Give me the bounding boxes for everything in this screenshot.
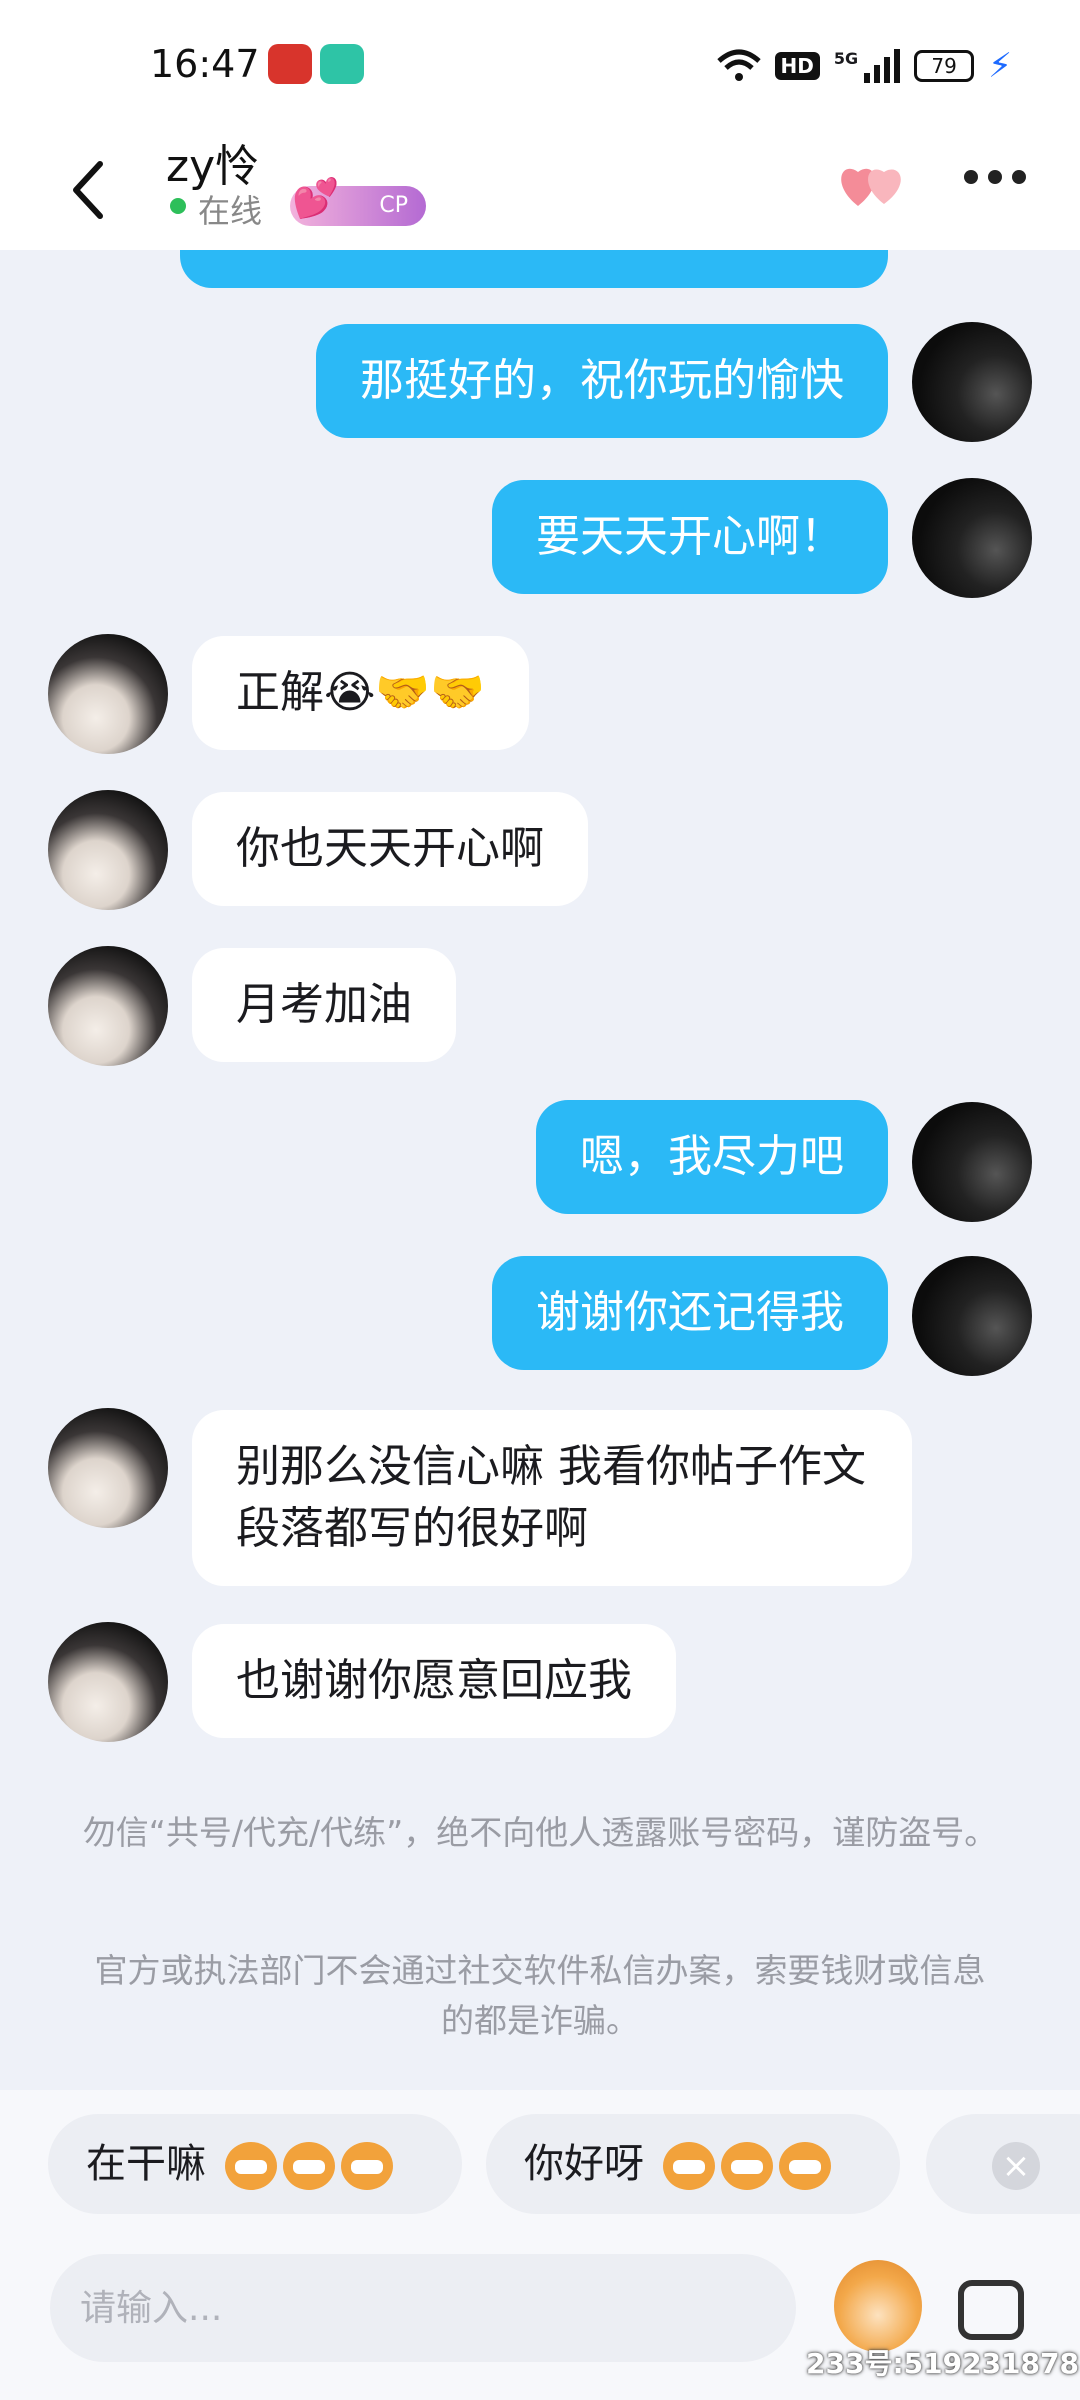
- quick-reply-chip[interactable]: 在干嘛: [48, 2114, 462, 2214]
- contact-avatar[interactable]: [48, 634, 168, 754]
- notification-app-icon-2: [320, 44, 364, 84]
- my-avatar[interactable]: [912, 1256, 1032, 1376]
- watermark: 233号:519231878: [806, 2347, 1079, 2380]
- monkey-emoji-icon: [340, 2142, 393, 2190]
- emoji-monkey-icon[interactable]: [834, 2260, 922, 2352]
- online-status: 在线: [198, 192, 263, 230]
- intimacy-hearts-icon[interactable]: [836, 156, 916, 216]
- monkey-emoji-icon: [720, 2142, 773, 2190]
- message-bubble-received[interactable]: 也谢谢你愿意回应我: [192, 1624, 676, 1738]
- fraud-notice: 官方或执法部门不会通过社交软件私信办案，索要钱财或信息的都是诈骗。: [94, 1951, 986, 2040]
- contact-avatar[interactable]: [48, 790, 168, 910]
- contact-avatar[interactable]: [48, 1622, 168, 1742]
- my-avatar[interactable]: [912, 1102, 1032, 1222]
- wifi-icon: [716, 49, 761, 81]
- message-bubble-sent[interactable]: 嗯，我尽力吧: [536, 1100, 888, 1214]
- security-notice: 勿信“共号/代充/代练”，绝不向他人透露账号密码，谨防盗号。: [82, 1813, 998, 1852]
- message-bubble-received[interactable]: 你也天天开心啊: [192, 792, 588, 906]
- contact-avatar[interactable]: [48, 1408, 168, 1528]
- quick-reply-label: 你好呀: [524, 2141, 644, 2187]
- my-avatar[interactable]: [912, 322, 1032, 442]
- message-bubble-received[interactable]: 正解😭🤝🤝: [192, 636, 529, 750]
- more-options-icon[interactable]: [964, 170, 1026, 184]
- message-input[interactable]: [50, 2254, 796, 2362]
- contact-name[interactable]: zy怜: [166, 130, 259, 194]
- monkey-emoji-icon: [778, 2142, 831, 2190]
- message-bubble-received[interactable]: 月考加油: [192, 948, 456, 1062]
- hd-icon: HD: [774, 52, 820, 80]
- status-icons: HD 5G 79 ⚡: [716, 46, 1012, 86]
- message-bubble-sent[interactable]: 要天天开心啊！: [492, 480, 888, 594]
- close-icon[interactable]: ×: [992, 2142, 1040, 2190]
- message-bubble-received[interactable]: 别那么没信心嘛 我看你帖子作文段落都写的很好啊: [192, 1410, 912, 1586]
- quick-reply-label: 在干嘛: [86, 2141, 206, 2187]
- notification-app-icon: [268, 44, 312, 84]
- quick-reply-bar: 在干嘛 你好呀 ×: [0, 2090, 1080, 2240]
- monkey-emoji-icon: [662, 2142, 715, 2190]
- status-time: 16:47: [150, 42, 260, 86]
- chat-header: zy怜 在线 CP 💕: [0, 130, 1080, 250]
- online-dot-icon: [170, 198, 186, 214]
- signal-icon: 5G: [834, 49, 901, 83]
- message-bubble-sent[interactable]: 那挺好的，祝你玩的愉快: [316, 324, 888, 438]
- message-bubble-sent[interactable]: 谢谢你还记得我: [492, 1256, 888, 1370]
- chat-messages: 那挺好的，祝你玩的愉快 要天天开心啊！ 正解😭🤝🤝 你也天天开心啊 月考加油 嗯…: [0, 250, 1080, 2090]
- my-avatar[interactable]: [912, 478, 1032, 598]
- quick-reply-chip[interactable]: 你好呀: [486, 2114, 900, 2214]
- status-bar: 16:47 HD 5G 79 ⚡: [0, 0, 1080, 130]
- charging-icon: ⚡: [988, 46, 1012, 86]
- battery-icon: 79: [914, 50, 975, 82]
- monkey-emoji-icon: [282, 2142, 335, 2190]
- heart-wings-icon: 💕: [292, 176, 340, 220]
- message-bubble-partial: [180, 250, 888, 288]
- image-picker-icon[interactable]: [958, 2280, 1024, 2340]
- contact-avatar[interactable]: [48, 946, 168, 1066]
- monkey-emoji-icon: [224, 2142, 277, 2190]
- back-arrow-icon[interactable]: [60, 150, 120, 230]
